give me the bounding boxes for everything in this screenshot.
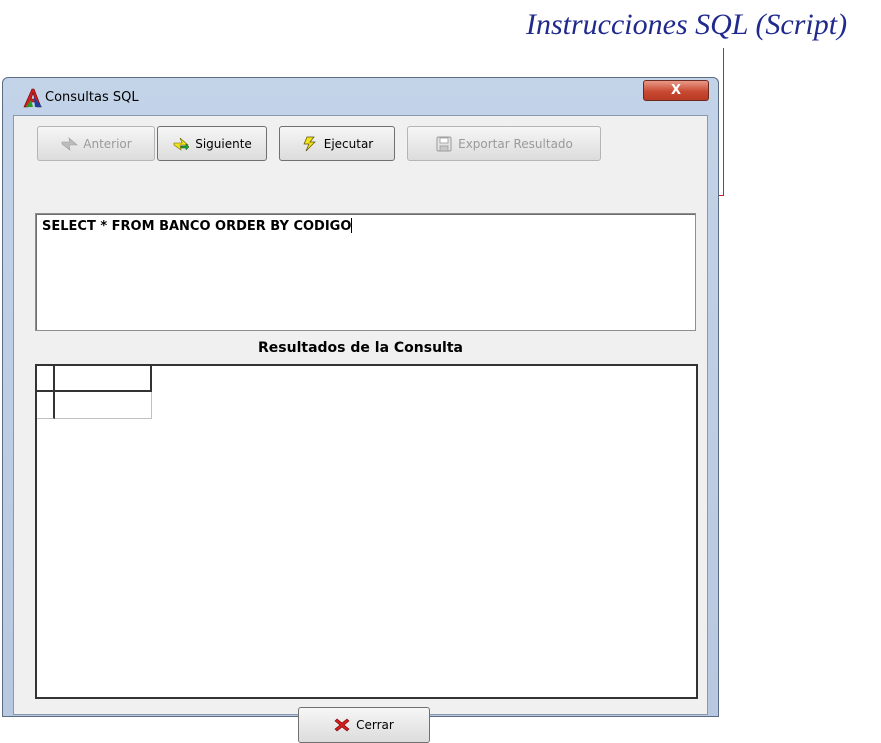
grid-row-indicator[interactable] <box>37 392 55 419</box>
next-lightning-icon <box>173 137 190 151</box>
close-x-icon <box>334 718 350 732</box>
anterior-button[interactable]: Anterior <box>37 126 155 161</box>
grid-data-cell[interactable] <box>55 392 152 419</box>
text-caret <box>351 218 353 233</box>
sql-text: SELECT * FROM BANCO ORDER BY CODIGO <box>42 219 352 234</box>
annotation-connector-line <box>723 48 724 196</box>
app-logo-icon <box>23 88 42 108</box>
sql-script-editor[interactable]: SELECT * FROM BANCO ORDER BY CODIGO <box>35 213 696 331</box>
cerrar-button[interactable]: Cerrar <box>298 707 430 743</box>
results-grid[interactable] <box>35 364 698 699</box>
grid-corner-cell <box>37 366 55 392</box>
cerrar-label: Cerrar <box>356 718 394 732</box>
save-disk-icon <box>436 136 452 151</box>
previous-lightning-icon <box>61 136 79 151</box>
client-area: Anterior Siguiente Ejecutar Exportar Res… <box>13 115 708 743</box>
annotation-label: Instrucciones SQL (Script) <box>526 8 848 41</box>
siguiente-label: Siguiente <box>195 136 252 151</box>
consultas-sql-window: Consultas SQL X Anterior Siguiente Ejecu… <box>2 77 719 743</box>
siguiente-button[interactable]: Siguiente <box>157 126 267 161</box>
results-heading: Resultados de la Consulta <box>258 340 463 356</box>
grid-column-header[interactable] <box>55 366 152 392</box>
exportar-label: Exportar Resultado <box>458 136 573 151</box>
anterior-label: Anterior <box>83 136 132 151</box>
execute-lightning-icon <box>303 136 316 151</box>
title-bar: Consultas SQL X <box>3 78 718 114</box>
exportar-resultado-button[interactable]: Exportar Resultado <box>407 126 601 161</box>
ejecutar-label: Ejecutar <box>323 136 374 151</box>
ejecutar-button[interactable]: Ejecutar <box>279 126 395 161</box>
close-window-button[interactable]: X <box>643 80 709 101</box>
window-title: Consultas SQL <box>45 90 139 105</box>
